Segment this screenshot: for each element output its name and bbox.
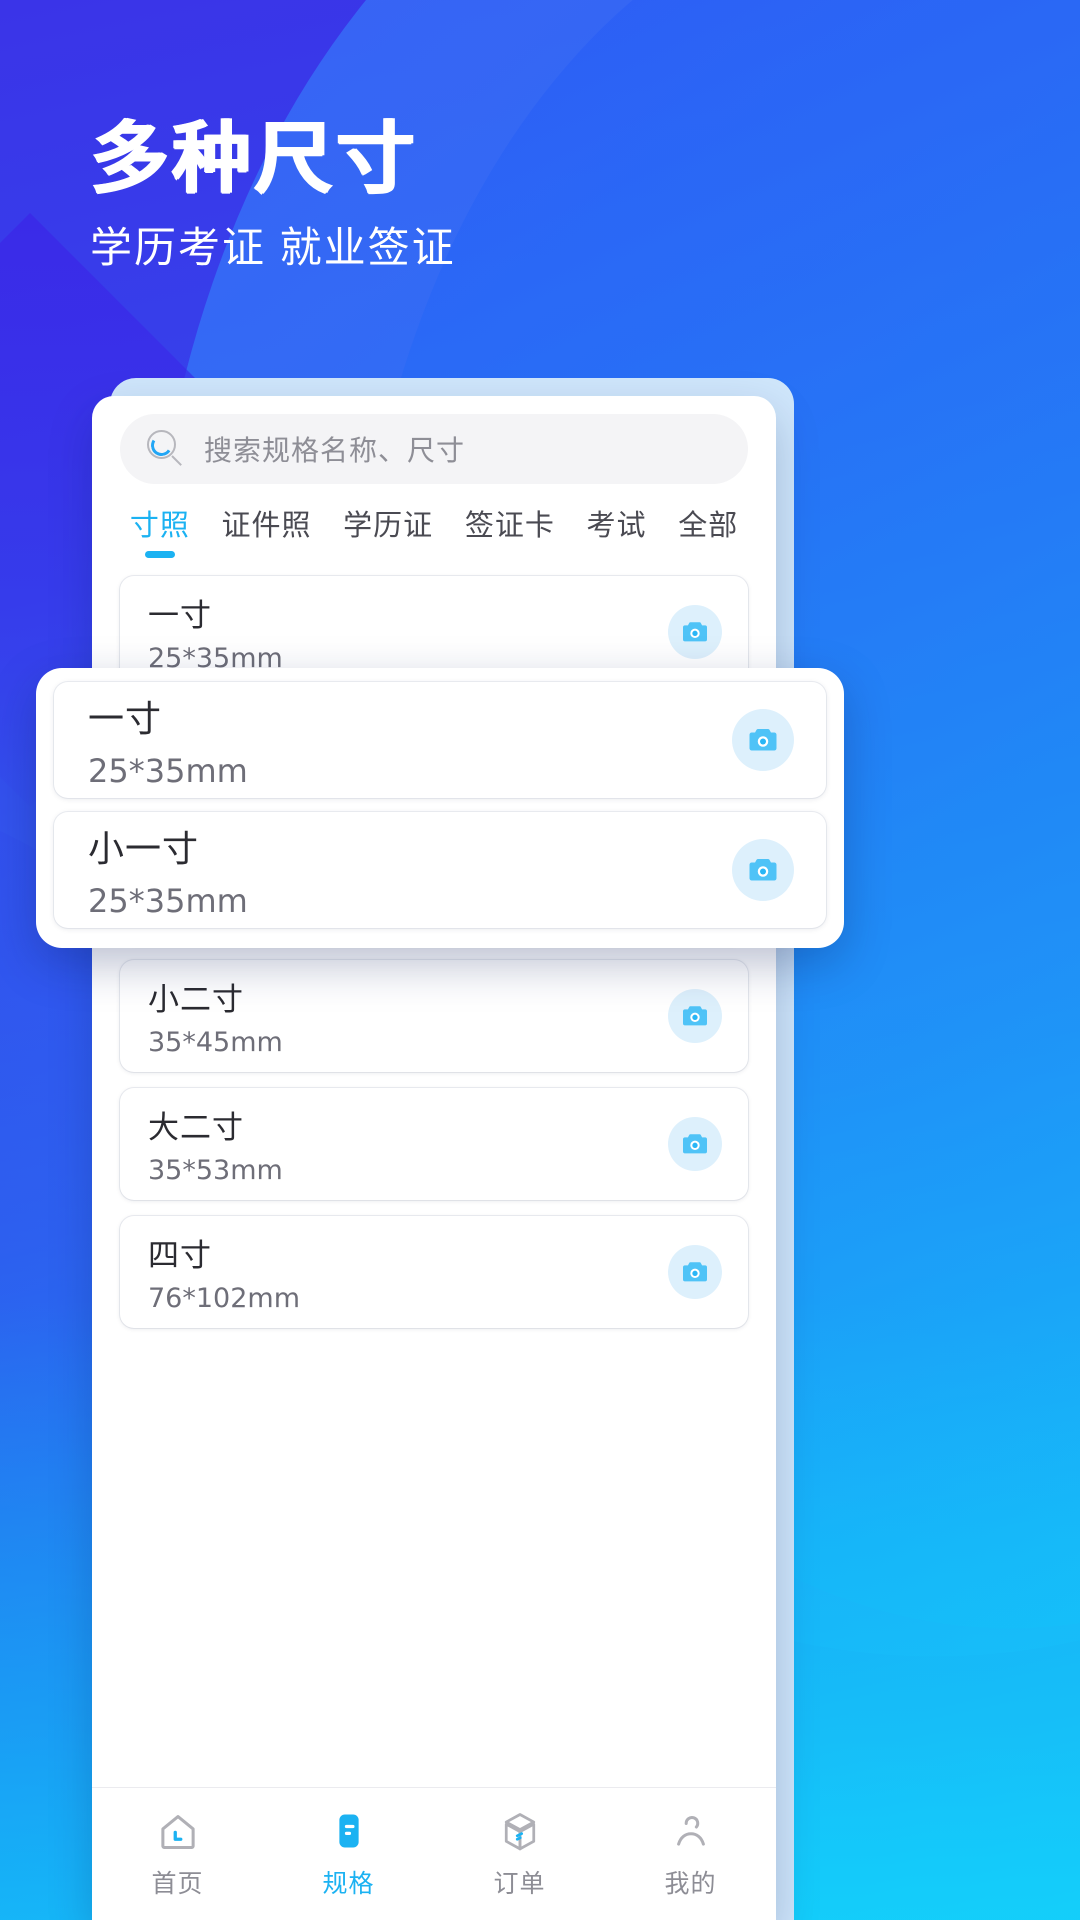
camera-icon[interactable] [732,709,794,771]
nav-label: 首页 [151,1870,204,1898]
spec-size: 25*35mm [88,882,248,920]
spec-document-icon [326,1808,372,1854]
tab-label: 学历证 [343,510,434,542]
tab-cun-zhao[interactable]: 寸照 [114,500,206,544]
nav-label: 订单 [493,1870,546,1898]
list-item[interactable]: 一寸 25*35mm [54,682,826,798]
tab-label: 考试 [586,510,647,542]
nav-label: 我的 [664,1870,717,1898]
nav-item-home[interactable]: 首页 [92,1788,263,1920]
nav-label: 规格 [322,1870,375,1898]
spec-size: 35*45mm [148,1027,283,1058]
spec-name: 小一寸 [88,828,200,869]
spec-name: 一寸 [88,698,163,739]
zoom-callout-popup: 一寸 25*35mm 小一寸 25*35mm [36,668,844,948]
home-icon [155,1808,201,1854]
nav-item-profile[interactable]: 我的 [605,1788,776,1920]
camera-icon[interactable] [732,839,794,901]
search-input[interactable]: 搜索规格名称、尺寸 [120,414,748,484]
spec-size: 35*53mm [148,1155,283,1186]
list-item[interactable]: 四寸 76*102mm [120,1216,748,1328]
nav-item-order[interactable]: 订单 [434,1788,605,1920]
tab-label: 证件照 [221,510,312,542]
search-icon [146,430,184,468]
phone-screen: 搜索规格名称、尺寸 寸照 证件照 学历证 签证卡 考试 全部 一寸 25*35m… [92,396,776,1920]
tab-kao-shi[interactable]: 考试 [571,500,663,544]
spec-size: 76*102mm [148,1283,300,1314]
person-icon [668,1808,714,1854]
phone-mockup: 搜索规格名称、尺寸 寸照 证件照 学历证 签证卡 考试 全部 一寸 25*35m… [0,0,1080,1920]
spec-size: 25*35mm [88,752,248,790]
tab-quan-bu[interactable]: 全部 [662,500,754,544]
bottom-navigation: 首页 规格 订单 我的 [92,1788,776,1920]
camera-icon[interactable] [668,1117,722,1171]
order-box-icon [497,1808,543,1854]
list-item[interactable]: 大二寸 35*53mm [120,1088,748,1200]
tab-label: 寸照 [129,510,190,542]
spec-name: 四寸 [148,1238,212,1273]
category-tabs: 寸照 证件照 学历证 签证卡 考试 全部 [114,500,754,564]
nav-item-spec[interactable]: 规格 [263,1788,434,1920]
tab-qian-zheng-ka[interactable]: 签证卡 [449,500,571,544]
tab-label: 全部 [678,510,739,542]
spec-name: 一寸 [148,598,212,633]
spec-name: 小二寸 [148,982,244,1017]
search-placeholder: 搜索规格名称、尺寸 [204,435,466,466]
camera-icon[interactable] [668,989,722,1043]
list-item[interactable]: 小二寸 35*45mm [120,960,748,1072]
tab-zheng-jian-zhao[interactable]: 证件照 [206,500,328,544]
camera-icon[interactable] [668,605,722,659]
spec-name: 大二寸 [148,1110,244,1145]
tab-label: 签证卡 [464,510,555,542]
tab-xue-li-zheng[interactable]: 学历证 [327,500,449,544]
list-item[interactable]: 小一寸 25*35mm [54,812,826,928]
camera-icon[interactable] [668,1245,722,1299]
